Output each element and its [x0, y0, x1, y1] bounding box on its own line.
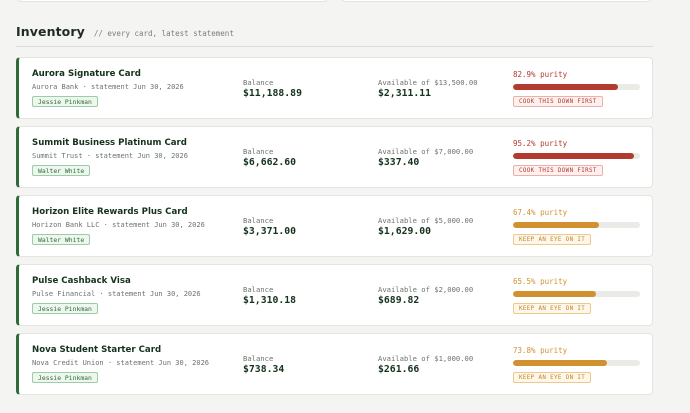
balance-label: Balance: [243, 354, 274, 363]
purity-label: 95.2% purity: [513, 139, 568, 148]
owner-badge: Jessie Pinkman: [32, 96, 98, 107]
card-name: Aurora Signature Card: [32, 69, 141, 79]
section-title: Inventory: [16, 24, 85, 39]
status-tag: KEEP AN EYE ON IT: [513, 303, 592, 314]
card-row[interactable]: Pulse Cashback Visa Pulse Financial · st…: [16, 264, 653, 326]
card-name: Horizon Elite Rewards Plus Card: [32, 207, 188, 217]
owner-badge: Jessie Pinkman: [32, 372, 98, 383]
purity-bar: [513, 291, 640, 297]
available-value: $689.82: [378, 295, 420, 306]
card-issuer-statement: Summit Trust · statement Jun 30, 2026: [32, 152, 188, 160]
card-name: Nova Student Starter Card: [32, 345, 162, 355]
purity-bar: [513, 360, 640, 366]
purity-bar-fill: [513, 222, 599, 228]
available-value: $337.40: [378, 157, 420, 168]
card-issuer-statement: Aurora Bank · statement Jun 30, 2026: [32, 83, 184, 91]
status-tag: COOK THIS DOWN FIRST: [513, 165, 603, 176]
card-issuer-statement: Pulse Financial · statement Jun 30, 2026: [32, 290, 201, 298]
card-row[interactable]: Horizon Elite Rewards Plus Card Horizon …: [16, 195, 653, 257]
balance-label: Balance: [243, 285, 274, 294]
balance-value: $1,310.18: [243, 295, 297, 306]
purity-label: 67.4% purity: [513, 208, 568, 217]
purity-label: 73.8% purity: [513, 346, 568, 355]
available-label: Available of $7,000.00: [378, 147, 474, 156]
section-subtitle: // every card, latest statement: [93, 29, 234, 38]
owner-badge: Walter White: [32, 165, 91, 176]
previous-panel-left: [16, 0, 329, 2]
card-row[interactable]: Nova Student Starter Card Nova Credit Un…: [16, 333, 653, 395]
status-tag: KEEP AN EYE ON IT: [513, 234, 592, 245]
status-tag: KEEP AN EYE ON IT: [513, 372, 592, 383]
balance-label: Balance: [243, 216, 274, 225]
purity-label: 82.9% purity: [513, 70, 568, 79]
available-value: $1,629.00: [378, 226, 432, 237]
card-row[interactable]: Summit Business Platinum Card Summit Tru…: [16, 126, 653, 188]
available-label: Available of $2,000.00: [378, 285, 474, 294]
card-name: Pulse Cashback Visa: [32, 276, 131, 286]
balance-label: Balance: [243, 78, 274, 87]
purity-bar-fill: [513, 84, 619, 90]
available-label: Available of $5,000.00: [378, 216, 474, 225]
owner-badge: Walter White: [32, 234, 91, 245]
purity-bar: [513, 222, 640, 228]
purity-bar: [513, 84, 640, 90]
available-label: Available of $13,500.00: [378, 78, 478, 87]
available-label: Available of $1,000.00: [378, 354, 474, 363]
card-row[interactable]: Aurora Signature Card Aurora Bank · stat…: [16, 57, 653, 119]
owner-badge: Jessie Pinkman: [32, 303, 98, 314]
purity-label: 65.5% purity: [513, 277, 568, 286]
purity-bar: [513, 153, 640, 159]
card-issuer-statement: Horizon Bank LLC · statement Jun 30, 202…: [32, 221, 205, 229]
balance-value: $738.34: [243, 364, 285, 375]
balance-value: $11,188.89: [243, 88, 302, 99]
card-issuer-statement: Nova Credit Union · statement Jun 30, 20…: [32, 359, 210, 367]
status-tag: COOK THIS DOWN FIRST: [513, 96, 603, 107]
purity-bar-fill: [513, 291, 597, 297]
purity-bar-fill: [513, 360, 607, 366]
balance-label: Balance: [243, 147, 274, 156]
purity-bar-fill: [513, 153, 634, 159]
section-header: Inventory // every card, latest statemen…: [16, 24, 653, 47]
card-name: Summit Business Platinum Card: [32, 138, 187, 148]
balance-value: $3,371.00: [243, 226, 297, 237]
balance-value: $6,662.60: [243, 157, 297, 168]
available-value: $261.66: [378, 364, 420, 375]
available-value: $2,311.11: [378, 88, 432, 99]
previous-panel-right: [340, 0, 653, 2]
